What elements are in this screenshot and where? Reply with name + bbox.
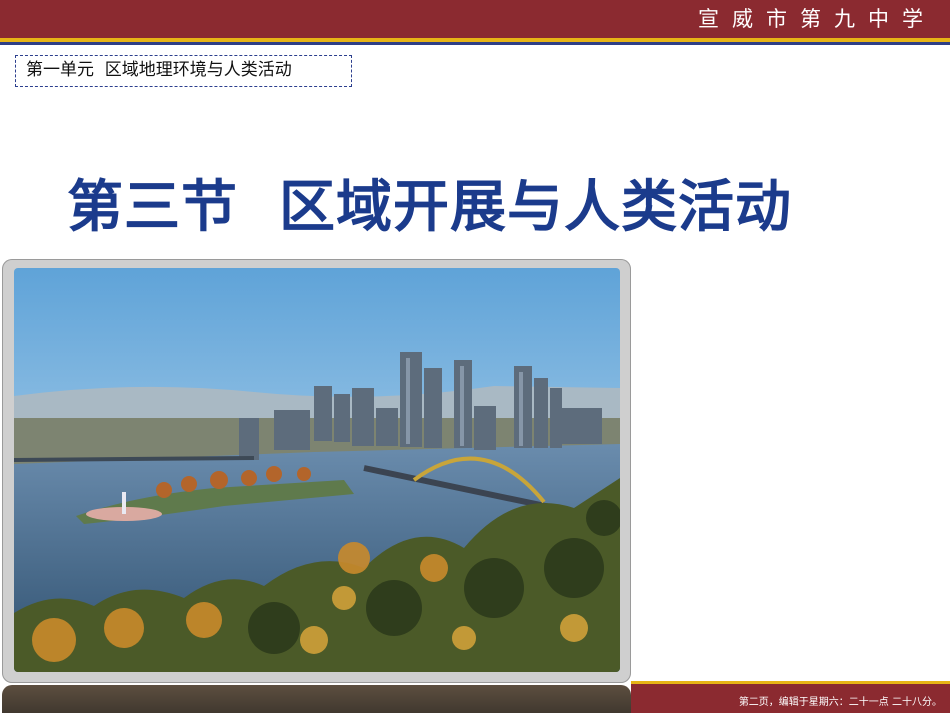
photo-reflection xyxy=(2,685,631,713)
header-navy-stripe xyxy=(0,42,950,45)
footer-text: 第二页，编辑于星期六：二十一点 二十八分。 xyxy=(738,697,942,708)
school-name: 宣威市第九中学 xyxy=(698,7,936,31)
unit-label: 第一单元 区域地理环境与人类活动 xyxy=(15,55,352,87)
city-photo-illustration xyxy=(14,268,620,672)
page-title: 第三节 区域开展与人类活动 xyxy=(67,175,792,240)
photo-frame xyxy=(2,259,631,683)
city-river-photo xyxy=(14,268,620,672)
